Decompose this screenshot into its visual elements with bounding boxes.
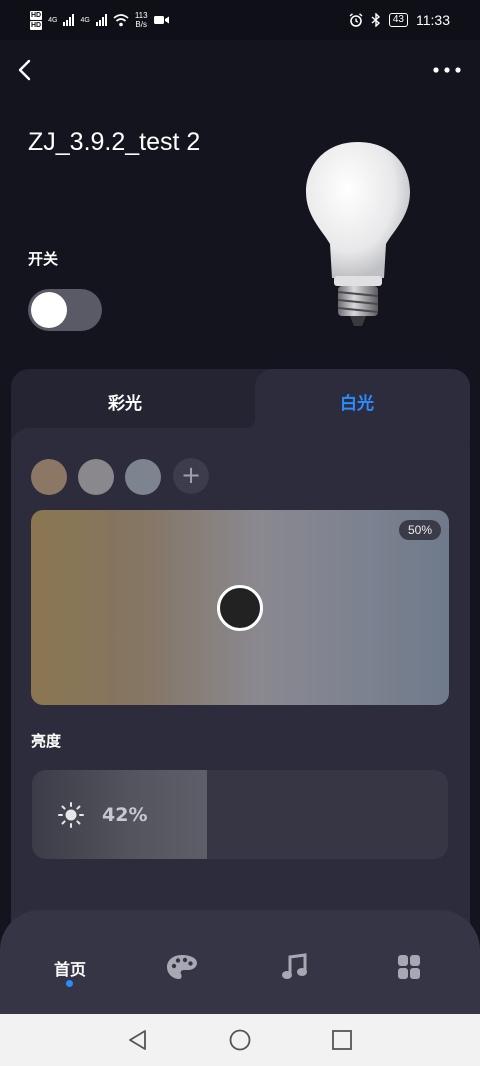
wifi-icon xyxy=(113,13,129,26)
brightness-slider[interactable]: 42% xyxy=(32,770,448,859)
signal-icon xyxy=(63,14,75,26)
bluetooth-icon xyxy=(371,13,380,27)
brightness-label: 亮度 xyxy=(31,732,62,750)
video-icon xyxy=(153,16,169,24)
network-speed-unit: B/s xyxy=(135,20,147,29)
brightness-value: 42% xyxy=(102,804,148,826)
preset-swatch[interactable] xyxy=(78,459,114,495)
alarm-icon xyxy=(349,13,363,27)
preset-swatch[interactable] xyxy=(31,459,67,495)
device-name: ZJ_3.9.2_test 2 xyxy=(28,128,201,156)
scenes-icon[interactable] xyxy=(389,952,429,982)
tab-color-light[interactable]: 彩光 xyxy=(108,389,142,414)
network-speed-value: 113 xyxy=(134,11,148,20)
system-navigation-bar xyxy=(0,1014,480,1066)
preset-swatch[interactable] xyxy=(125,459,161,495)
tab-curve xyxy=(237,369,277,431)
power-label: 开关 xyxy=(28,250,59,268)
status-right: 43 11:33 xyxy=(349,12,450,28)
status-left: HD HD 4G 4G 113 B/s xyxy=(30,10,170,30)
more-dots-icon[interactable] xyxy=(432,58,462,82)
color-temperature-area[interactable]: 50% xyxy=(31,510,449,705)
status-bar: HD HD 4G 4G 113 B/s 43 11:33 xyxy=(0,0,480,40)
music-icon[interactable] xyxy=(275,952,315,982)
chevron-left-icon[interactable] xyxy=(14,56,38,84)
network-speed: 113 B/s xyxy=(135,11,148,29)
light-bulb-image xyxy=(306,142,410,326)
cell-type: 4G xyxy=(48,16,58,24)
hd-badge: HD xyxy=(30,10,43,20)
plus-icon[interactable]: + xyxy=(173,458,209,494)
palette-icon[interactable] xyxy=(162,952,202,982)
temperature-picker-handle[interactable] xyxy=(217,585,263,631)
battery-indicator: 43 xyxy=(388,13,408,27)
back-triangle-icon[interactable] xyxy=(126,1028,150,1052)
bottom-navigation: 首页 xyxy=(0,910,480,1014)
hd-badges: HD HD xyxy=(30,10,43,30)
tab-white-light[interactable]: 白光 xyxy=(340,389,374,414)
cell-type: 4G xyxy=(80,16,90,24)
toggle-knob xyxy=(31,292,67,328)
temperature-percent: 50% xyxy=(398,520,441,540)
recents-square-icon[interactable] xyxy=(330,1028,354,1052)
clock: 11:33 xyxy=(416,12,450,28)
hd-badge: HD xyxy=(30,20,43,30)
nav-home[interactable]: 首页 xyxy=(54,956,86,980)
signal-icon xyxy=(95,14,107,26)
sun-icon xyxy=(58,802,84,828)
power-toggle[interactable] xyxy=(28,289,102,331)
nav-active-indicator xyxy=(66,980,73,987)
home-circle-icon[interactable] xyxy=(228,1028,252,1052)
